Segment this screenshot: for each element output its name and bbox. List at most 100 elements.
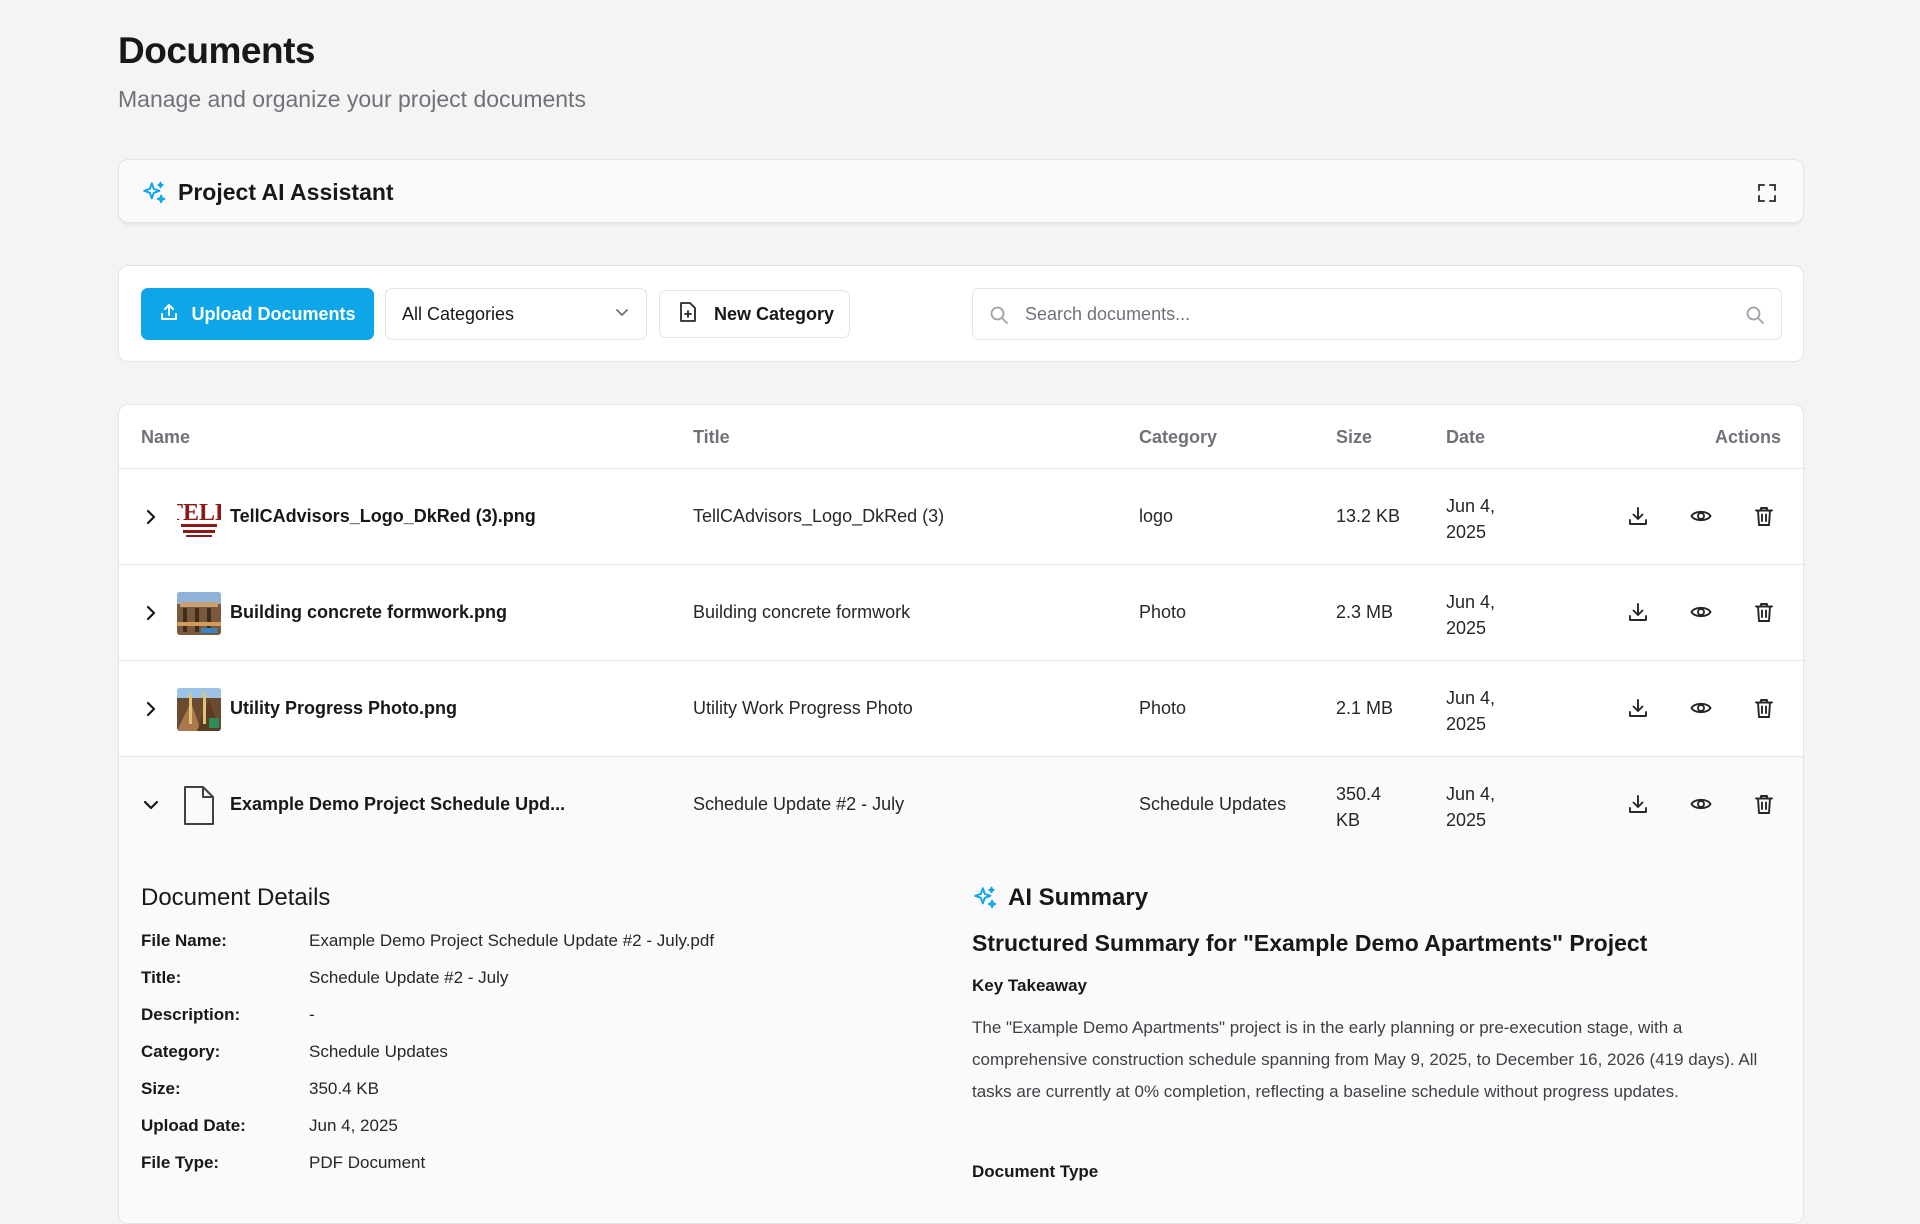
document-details-title: Document Details [141, 884, 331, 911]
eye-icon[interactable] [1690, 505, 1712, 532]
download-icon[interactable] [1627, 505, 1649, 532]
download-icon[interactable] [1627, 601, 1649, 628]
document-size: 13.2 KB [1336, 506, 1401, 526]
photo-thumbnail [177, 688, 221, 731]
key-takeaway-label: Key Takeaway [972, 976, 1087, 995]
photo-thumbnail [177, 592, 221, 635]
download-icon[interactable] [1627, 697, 1649, 724]
ai-assistant-title: Project AI Assistant [178, 179, 394, 205]
document-date: Jun 4, 2025 [1446, 685, 1516, 737]
eye-icon[interactable] [1690, 697, 1712, 724]
chevron-down-icon [614, 304, 630, 325]
file-plus-icon [678, 301, 698, 328]
column-header-actions: Actions [1714, 427, 1781, 447]
detail-value: Jun 4, 2025 [309, 1116, 398, 1135]
sparkles-icon [141, 180, 167, 211]
document-date-line1: Jun 4, [1446, 496, 1496, 516]
search-input[interactable] [1025, 289, 1705, 339]
table-row[interactable]: TELL TellCAdvisors_Logo_DkRed (3).png Te… [119, 469, 1803, 565]
upload-documents-button[interactable]: Upload Documents [141, 288, 374, 340]
column-header-category[interactable]: Category [1139, 427, 1217, 448]
download-icon[interactable] [1627, 793, 1649, 820]
chevron-right-icon[interactable] [141, 697, 161, 726]
document-name[interactable]: Example Demo Project Schedule Upd... [230, 794, 565, 815]
document-date-line2: 2025 [1446, 522, 1487, 542]
eye-icon[interactable] [1690, 793, 1712, 820]
document-size-line2: KB [1336, 810, 1361, 830]
detail-value: 350.4 KB [309, 1079, 379, 1098]
table-row-expanded[interactable]: Example Demo Project Schedule Upd... Sch… [119, 757, 1803, 853]
eye-icon[interactable] [1690, 601, 1712, 628]
table-row[interactable]: Utility Progress Photo.png Utility Work … [119, 661, 1803, 757]
document-name[interactable]: TellCAdvisors_Logo_DkRed (3).png [230, 506, 536, 527]
toolbar: Upload Documents All Categories New Cate… [118, 265, 1804, 362]
detail-label: Title: [141, 968, 182, 987]
detail-value: Schedule Update #2 - July [309, 968, 509, 987]
detail-label: Upload Date: [141, 1116, 246, 1135]
document-size: 350.4 KB [1336, 781, 1406, 833]
chevron-right-icon[interactable] [141, 505, 161, 534]
document-date-line1: Jun 4, [1446, 784, 1496, 804]
detail-label: File Type: [141, 1153, 220, 1172]
detail-label: File Name: [141, 931, 227, 950]
trash-icon[interactable] [1753, 601, 1775, 628]
upload-label: Upload Documents [191, 303, 356, 324]
ai-assistant-panel[interactable]: Project AI Assistant [118, 159, 1804, 223]
chevron-right-icon[interactable] [141, 601, 161, 630]
document-name[interactable]: Utility Progress Photo.png [230, 698, 457, 719]
document-details-panel: Document Details File Name: Example Demo… [119, 852, 1803, 1223]
document-date-line2: 2025 [1446, 810, 1487, 830]
document-date: Jun 4, 2025 [1446, 493, 1516, 545]
category-select[interactable]: All Categories [385, 288, 647, 340]
document-category: Photo [1139, 602, 1187, 622]
document-size: 2.1 MB [1336, 698, 1394, 718]
table-header: Name Title Category Size Date Actions [119, 405, 1803, 469]
document-date: Jun 4, 2025 [1446, 781, 1516, 833]
document-category: Photo [1139, 698, 1187, 718]
document-date-line1: Jun 4, [1446, 592, 1496, 612]
trash-icon[interactable] [1753, 793, 1775, 820]
detail-label: Size: [141, 1079, 181, 1098]
column-header-date[interactable]: Date [1446, 427, 1485, 448]
expand-icon[interactable] [1757, 183, 1777, 208]
document-date-line1: Jun 4, [1446, 688, 1496, 708]
detail-label: Description: [141, 1005, 241, 1024]
trash-icon[interactable] [1753, 505, 1775, 532]
document-title: Building concrete formwork [693, 602, 911, 622]
column-header-size[interactable]: Size [1336, 427, 1372, 448]
document-name[interactable]: Building concrete formwork.png [230, 602, 507, 623]
document-title: TellCAdvisors_Logo_DkRed (3) [693, 506, 945, 526]
document-title: Utility Work Progress Photo [693, 698, 913, 718]
file-icon [177, 784, 221, 827]
search-box [972, 288, 1782, 340]
document-title: Schedule Update #2 - July [693, 794, 905, 814]
page-title: Documents [118, 30, 315, 71]
new-category-label: New Category [714, 303, 835, 324]
document-size: 2.3 MB [1336, 602, 1394, 622]
document-size-line1: 350.4 [1336, 784, 1382, 804]
detail-value: Schedule Updates [309, 1042, 448, 1061]
logo-thumbnail-text: TELL [177, 500, 221, 526]
trash-icon[interactable] [1753, 697, 1775, 724]
document-category: logo [1139, 506, 1174, 526]
document-date-line2: 2025 [1446, 618, 1487, 638]
column-header-name[interactable]: Name [141, 427, 190, 448]
column-header-title[interactable]: Title [693, 427, 730, 448]
key-takeaway-text: The "Example Demo Apartments" project is… [972, 1018, 1758, 1101]
category-select-value: All Categories [402, 303, 515, 324]
new-category-button[interactable]: New Category [659, 290, 850, 338]
summary-heading: Structured Summary for "Example Demo Apa… [972, 930, 1648, 956]
table-row[interactable]: Building concrete formwork.png Building … [119, 565, 1803, 661]
detail-label: Category: [141, 1042, 221, 1061]
detail-value: Example Demo Project Schedule Update #2 … [309, 931, 715, 950]
search-submit-icon[interactable] [1745, 305, 1765, 330]
upload-icon [159, 302, 179, 327]
page-subtitle: Manage and organize your project documen… [118, 86, 586, 112]
logo-thumbnail: TELL [177, 496, 221, 539]
document-date: Jun 4, 2025 [1446, 589, 1516, 641]
chevron-down-icon[interactable] [141, 793, 161, 822]
ai-summary-title: AI Summary [1008, 884, 1149, 911]
documents-table: Name Title Category Size Date Actions TE… [118, 404, 1804, 1224]
document-category: Schedule Updates [1139, 794, 1287, 814]
detail-value: - [309, 1005, 315, 1024]
